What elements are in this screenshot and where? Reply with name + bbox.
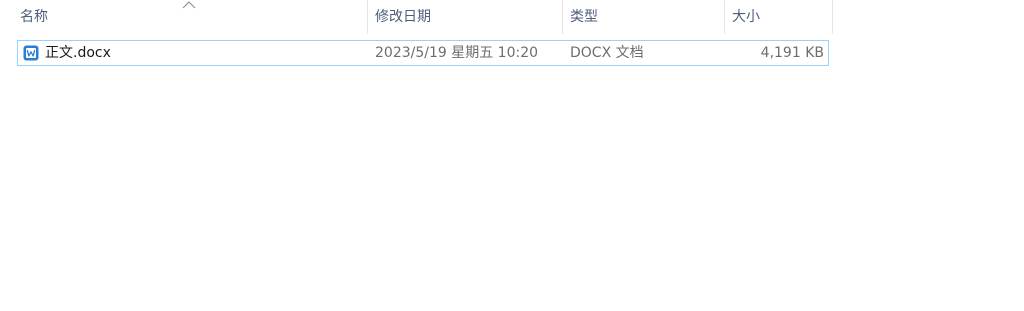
column-header-type-label: 类型 [570,9,598,25]
file-name-cell: 正文.docx [18,41,368,65]
file-date-modified: 2023/5/19 星期五 10:20 [375,45,539,61]
file-size: 4,191 KB [760,45,824,61]
file-type: DOCX 文档 [570,45,644,61]
file-row[interactable]: 正文.docx 2023/5/19 星期五 10:20 DOCX 文档 4,19… [17,40,829,66]
column-header-date-label: 修改日期 [375,9,431,25]
column-header-name[interactable]: 名称 [0,0,368,34]
column-header-bar: 名称 修改日期 类型 大小 [0,0,833,34]
file-explorer-view: 名称 修改日期 类型 大小 正文.docx 2023/5/19 星期五 10:2… [0,0,1024,311]
column-header-name-label: 名称 [20,9,48,25]
sort-ascending-icon [182,1,196,9]
column-header-size-label: 大小 [732,9,760,25]
word-document-icon [23,45,39,61]
column-header-type[interactable]: 类型 [563,0,725,34]
column-header-date-modified[interactable]: 修改日期 [368,0,563,34]
file-name[interactable]: 正文.docx [45,41,111,65]
column-header-size[interactable]: 大小 [725,0,833,34]
